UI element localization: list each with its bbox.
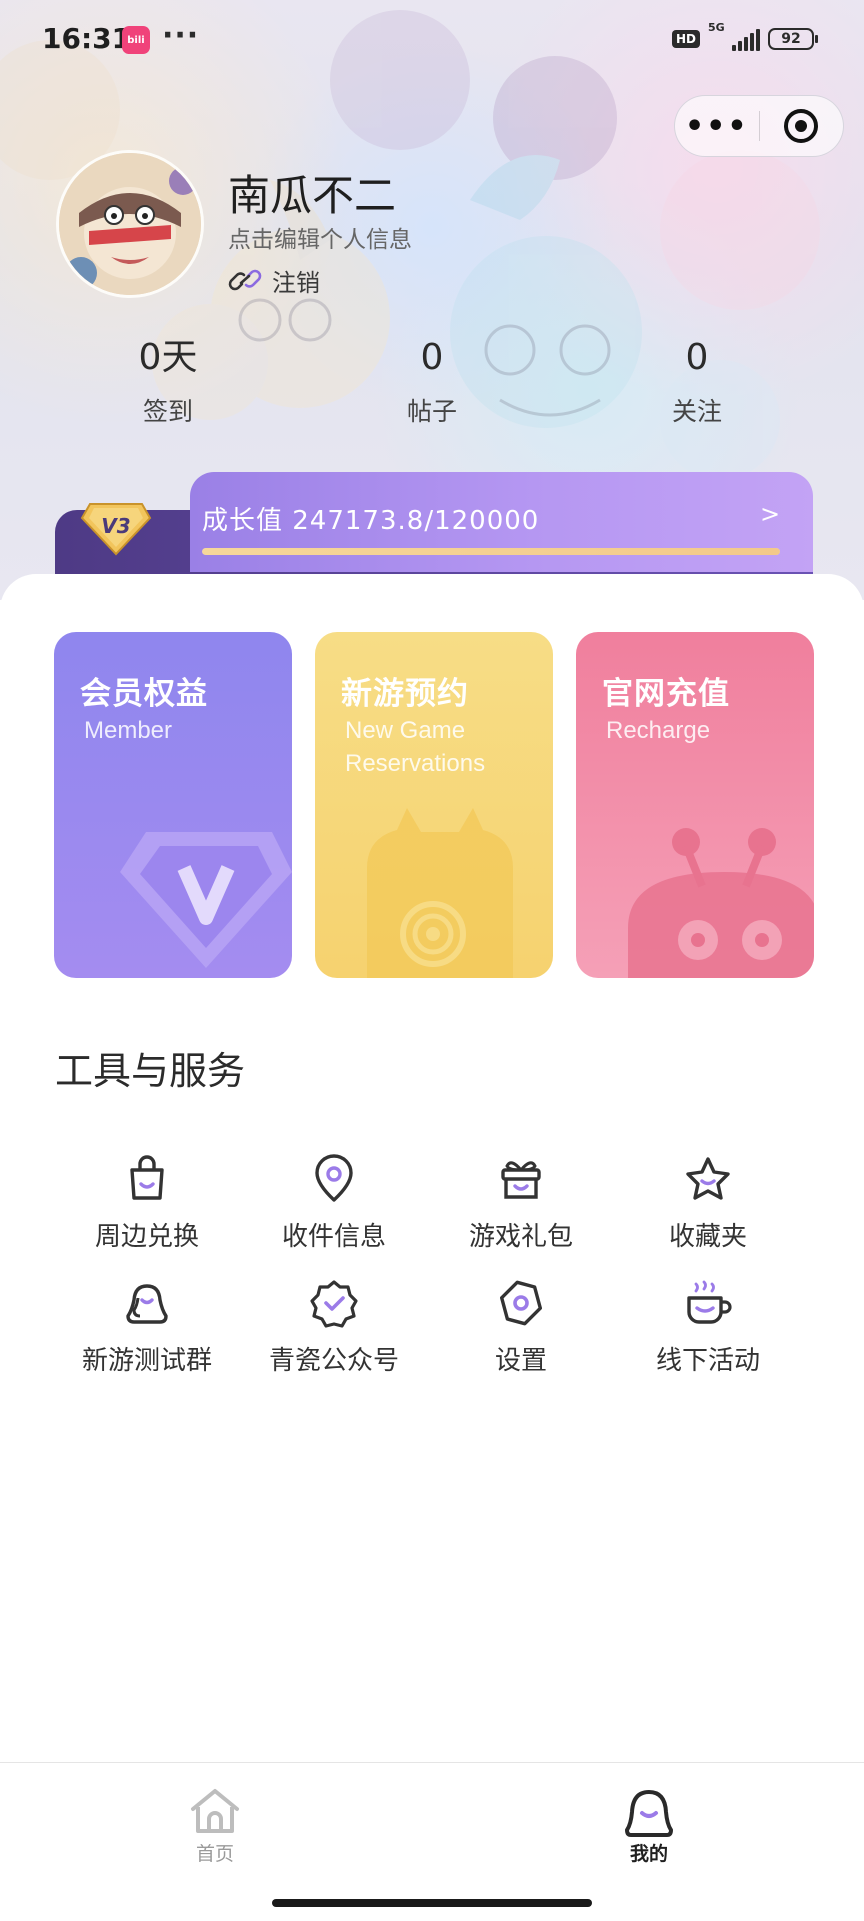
member-card-subtitle: Member <box>84 714 172 747</box>
tool-game-gift[interactable]: 游戏礼包 <box>428 1154 614 1258</box>
new-game-reservation-card[interactable]: 新游预约 New Game Reservations <box>315 632 553 978</box>
reservation-card-title: 新游预约 <box>341 676 469 712</box>
status-indicators: HD 5G 92 <box>671 21 818 54</box>
tool-label: 青瓷公众号 <box>268 1346 399 1376</box>
tool-merch-exchange[interactable]: 周边兑换 <box>54 1154 240 1258</box>
nav-profile-label: 我的 <box>629 1843 668 1865</box>
group-icon <box>126 1284 168 1324</box>
tool-label: 设置 <box>494 1346 547 1376</box>
star-icon <box>686 1157 730 1200</box>
location-pin-icon <box>315 1154 353 1202</box>
growth-progress-track <box>202 548 780 555</box>
tools-section-title: 工具与服务 <box>55 1049 246 1093</box>
edit-profile-link[interactable]: 点击编辑个人信息 <box>228 220 412 254</box>
stat-following-value: 0 <box>685 337 709 378</box>
vip-level-badge: V3 <box>80 503 152 556</box>
tool-label: 收藏夹 <box>668 1222 747 1252</box>
nav-profile[interactable]: 我的 <box>584 1783 714 1883</box>
stat-following[interactable]: 0 关注 <box>607 338 787 428</box>
reservation-card-subtitle-line-2: Reservations <box>345 750 486 777</box>
member-card-title: 会员权益 <box>80 676 208 712</box>
vip-level-text: V3 <box>101 514 130 538</box>
logout-button[interactable]: 注销 <box>228 262 320 298</box>
status-bar: 16:31 bili ··· HD 5G 92 <box>0 0 864 80</box>
gift-icon <box>501 1161 541 1199</box>
stat-posts-value: 0 <box>420 337 444 378</box>
member-benefits-card[interactable]: 会员权益 Member <box>54 632 292 978</box>
mini-program-capsule: ••• <box>674 95 844 157</box>
avatar-image <box>59 153 201 295</box>
profile-icon <box>625 1790 673 1837</box>
reservation-card-subtitle-line-1: New Game <box>345 717 466 744</box>
notification-app-icon: bili <box>122 26 150 54</box>
link-icon <box>228 269 262 291</box>
tool-label: 收件信息 <box>281 1222 386 1252</box>
coffee-cup-icon <box>687 1280 732 1324</box>
stat-checkin[interactable]: 0天 签到 <box>78 338 258 428</box>
avatar[interactable] <box>56 150 204 298</box>
stat-checkin-label: 签到 <box>142 396 193 426</box>
stat-following-label: 关注 <box>671 396 722 426</box>
verified-badge-icon <box>310 1280 358 1328</box>
reservation-card-subtitle: New Game Reservations <box>345 714 485 780</box>
signal-icon: 5G <box>708 21 760 51</box>
member-card-subtitle-line: Member <box>84 717 173 744</box>
tool-favorites[interactable]: 收藏夹 <box>615 1154 801 1258</box>
recharge-card-subtitle-line: Recharge <box>606 717 711 744</box>
logout-label: 注销 <box>272 268 320 297</box>
nav-home[interactable]: 首页 <box>150 1783 280 1883</box>
tool-label: 新游测试群 <box>81 1346 212 1376</box>
recharge-card-title: 官网充值 <box>602 676 730 712</box>
recharge-card-subtitle: Recharge <box>606 714 710 747</box>
tool-official-account[interactable]: 青瓷公众号 <box>241 1278 427 1382</box>
recharge-card[interactable]: 官网充值 Recharge <box>576 632 814 978</box>
network-type: 5G <box>708 21 725 34</box>
nav-home-label: 首页 <box>195 1843 234 1865</box>
battery-icon: 92 <box>768 28 818 50</box>
tool-settings[interactable]: 设置 <box>428 1278 614 1382</box>
close-button[interactable] <box>760 96 844 156</box>
status-time: 16:31 <box>42 22 132 55</box>
home-indicator <box>272 1899 592 1907</box>
stat-checkin-value: 0天 <box>138 337 198 378</box>
battery-level: 92 <box>781 31 801 47</box>
growth-progress-fill <box>202 548 780 555</box>
status-more-icon: ··· <box>162 18 200 53</box>
settings-icon <box>499 1280 543 1326</box>
tool-shipping-info[interactable]: 收件信息 <box>241 1154 427 1258</box>
tool-offline-events[interactable]: 线下活动 <box>615 1278 801 1382</box>
tool-label: 游戏礼包 <box>468 1222 573 1252</box>
hd-badge: HD <box>671 30 700 48</box>
growth-value-text: 成长值 247173.8/120000 <box>202 506 540 536</box>
tool-label: 周边兑换 <box>94 1222 199 1252</box>
bottom-nav: 首页 我的 <box>0 1762 864 1921</box>
target-icon <box>784 109 819 143</box>
shopping-bag-icon <box>130 1155 164 1200</box>
growth-arrow-icon: > <box>760 500 781 528</box>
username: 南瓜不二 <box>228 171 397 220</box>
stat-posts-label: 帖子 <box>406 396 457 426</box>
home-icon <box>191 1789 239 1833</box>
tool-test-group[interactable]: 新游测试群 <box>54 1278 240 1382</box>
more-menu-button[interactable]: ••• <box>675 96 759 156</box>
stat-posts[interactable]: 0 帖子 <box>342 338 522 428</box>
tool-label: 线下活动 <box>655 1346 760 1376</box>
